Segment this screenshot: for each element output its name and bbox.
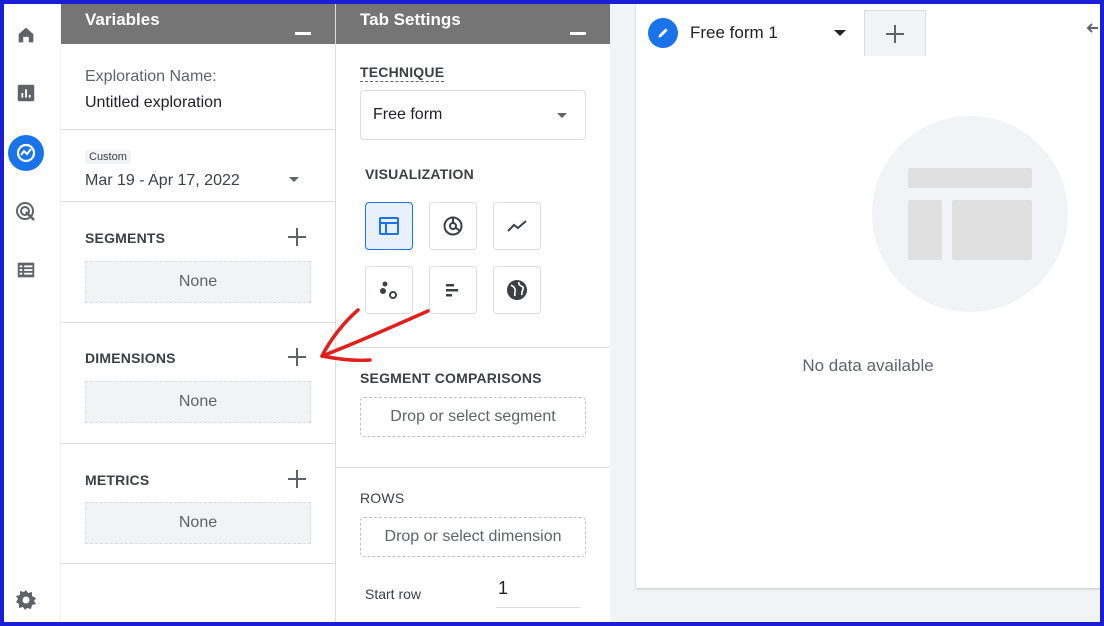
annotation-arrow [320, 308, 430, 363]
app-frame: Variables Exploration Name: Untitled exp… [4, 4, 1100, 622]
